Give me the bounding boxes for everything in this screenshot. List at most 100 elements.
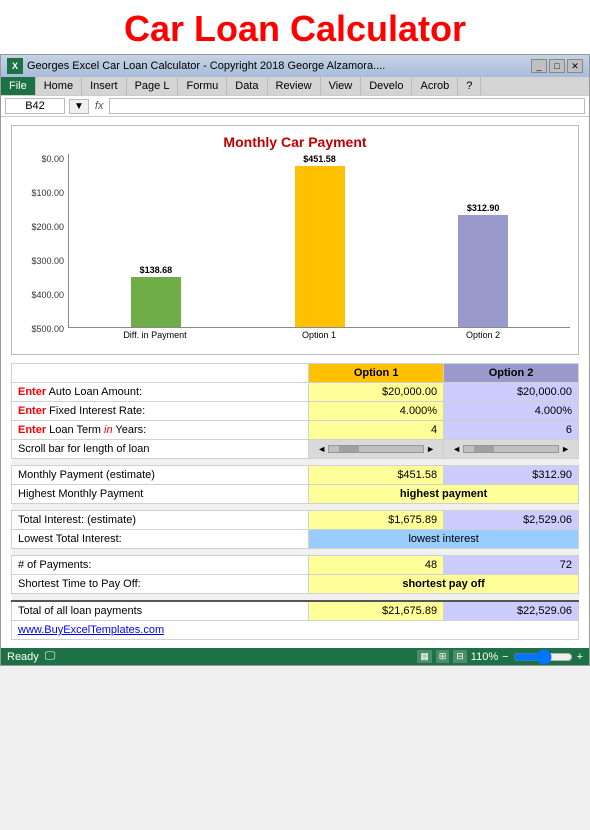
bar-opt2-rect [458, 215, 508, 327]
sb-left-arrow-2[interactable]: ◄ [452, 444, 461, 454]
val-interest-opt1: 4.000% [309, 402, 444, 421]
row-monthly-payment: Monthly Payment (estimate) $451.58 $312.… [12, 466, 579, 485]
excel-title: Georges Excel Car Loan Calculator - Copy… [27, 60, 385, 72]
sb-thumb-1[interactable] [339, 446, 359, 452]
page-layout-button[interactable]: ⊞ [436, 650, 450, 663]
chart-area: Monthly Car Payment $500.00 $400.00 $300… [11, 125, 579, 355]
minimize-button[interactable]: _ [531, 59, 547, 73]
window-controls[interactable]: _ □ ✕ [531, 59, 583, 73]
val-total-loan-opt2: $22,529.06 [444, 601, 579, 621]
data-table: Option 1 Option 2 Enter Auto Loan Amount… [11, 363, 579, 640]
website-link[interactable]: www.BuyExcelTemplates.com [18, 624, 164, 636]
val-monthly-opt1: $451.58 [309, 466, 444, 485]
close-button[interactable]: ✕ [567, 59, 583, 73]
row-loan-amount: Enter Auto Loan Amount: $20,000.00 $20,0… [12, 383, 579, 402]
label-total-loan: Total of all loan payments [12, 601, 309, 621]
chart-x-labels: Diff. in Payment Option 1 Option 2 [68, 328, 570, 340]
header-empty [12, 364, 309, 383]
tab-file[interactable]: File [1, 77, 36, 95]
sb-track-2[interactable] [463, 445, 559, 453]
zoom-level: 110% [471, 651, 498, 663]
y-label-5: $0.00 [20, 154, 64, 164]
row-total-interest: Total Interest: (estimate) $1,675.89 $2,… [12, 511, 579, 530]
sb-thumb-2[interactable] [474, 446, 494, 452]
label-shortest: Shortest Time to Pay Off: [12, 575, 309, 594]
sheet-content: Monthly Car Payment $500.00 $400.00 $300… [1, 117, 589, 648]
val-interest-total-opt2: $2,529.06 [444, 511, 579, 530]
row-num-payments: # of Payments: 48 72 [12, 556, 579, 575]
tab-view[interactable]: View [321, 77, 362, 95]
tab-pagelayout[interactable]: Page L [127, 77, 179, 95]
normal-view-button[interactable]: ▦ [417, 650, 432, 663]
tab-help[interactable]: ? [458, 77, 481, 95]
label-loan-term: Enter Loan Term in Years: [12, 421, 309, 440]
tab-developer[interactable]: Develo [361, 77, 412, 95]
y-label-2: $300.00 [20, 256, 64, 266]
status-right: ▦ ⊞ ⊟ 110% − + [417, 650, 583, 663]
tab-review[interactable]: Review [268, 77, 321, 95]
label-monthly-payment: Monthly Payment (estimate) [12, 466, 309, 485]
tab-formulas[interactable]: Formu [178, 77, 227, 95]
maximize-button[interactable]: □ [549, 59, 565, 73]
val-highest: highest payment [309, 485, 579, 504]
val-lowest-interest: lowest interest [309, 530, 579, 549]
y-label-0: $500.00 [20, 324, 64, 334]
scrollbar-opt1[interactable]: ◄ ► [309, 440, 444, 459]
label-total-interest: Total Interest: (estimate) [12, 511, 309, 530]
excel-window: X Georges Excel Car Loan Calculator - Co… [0, 54, 590, 666]
zoom-slider[interactable] [513, 653, 573, 661]
bar-diff-payment: $138.68 [89, 265, 223, 327]
val-term-opt1: 4 [309, 421, 444, 440]
zoom-in-icon[interactable]: + [577, 651, 583, 663]
val-num-opt2: 72 [444, 556, 579, 575]
cell-reference-input[interactable] [5, 98, 65, 114]
header-opt2: Option 2 [444, 364, 579, 383]
title-bar: X Georges Excel Car Loan Calculator - Co… [1, 55, 589, 77]
x-label-diff: Diff. in Payment [88, 330, 222, 340]
x-label-opt2: Option 2 [416, 330, 550, 340]
val-loan-opt1: $20,000.00 [309, 383, 444, 402]
sb-left-arrow-1[interactable]: ◄ [317, 444, 326, 454]
tab-home[interactable]: Home [36, 77, 82, 95]
x-label-opt1: Option 1 [252, 330, 386, 340]
sb-right-arrow-1[interactable]: ► [426, 444, 435, 454]
label-lowest-interest: Lowest Total Interest: [12, 530, 309, 549]
bar-option1: $451.58 [253, 154, 387, 327]
bar-opt1-value: $451.58 [303, 154, 336, 164]
scrollbar-opt2[interactable]: ◄ ► [444, 440, 579, 459]
row-highest-payment: Highest Monthly Payment highest payment [12, 485, 579, 504]
url-cell[interactable]: www.BuyExcelTemplates.com [12, 621, 579, 640]
bar-diff-value: $138.68 [140, 265, 173, 275]
label-highest: Highest Monthly Payment [12, 485, 309, 504]
chart-plot: $138.68 $451.58 $312.90 [68, 154, 570, 334]
zoom-out-icon[interactable]: − [502, 651, 508, 663]
formula-bar-input[interactable] [109, 98, 585, 114]
row-url: www.BuyExcelTemplates.com [12, 621, 579, 640]
val-total-loan-opt1: $21,675.89 [309, 601, 444, 621]
row-total-loan: Total of all loan payments $21,675.89 $2… [12, 601, 579, 621]
formula-bar: ▼ fx [1, 95, 589, 117]
page-break-button[interactable]: ⊟ [453, 650, 467, 663]
bar-option2: $312.90 [416, 203, 550, 327]
label-scrollbar: Scroll bar for length of loan [12, 440, 309, 459]
row-loan-term: Enter Loan Term in Years: 4 6 [12, 421, 579, 440]
excel-icon: X [7, 58, 23, 74]
y-label-3: $200.00 [20, 222, 64, 232]
tab-insert[interactable]: Insert [82, 77, 127, 95]
sb-right-arrow-2[interactable]: ► [561, 444, 570, 454]
formula-expand-button[interactable]: ▼ [69, 99, 89, 114]
tab-data[interactable]: Data [227, 77, 267, 95]
bar-diff-rect [131, 277, 181, 327]
bar-opt2-value: $312.90 [467, 203, 500, 213]
sb-track-1[interactable] [328, 445, 424, 453]
ribbon-tabs: File Home Insert Page L Formu Data Revie… [1, 77, 589, 95]
y-label-1: $400.00 [20, 290, 64, 300]
val-shortest: shortest pay off [309, 575, 579, 594]
val-interest-opt2: 4.000% [444, 402, 579, 421]
tab-acrobat[interactable]: Acrob [412, 77, 458, 95]
ready-label: Ready [7, 651, 39, 663]
row-shortest-payoff: Shortest Time to Pay Off: shortest pay o… [12, 575, 579, 594]
page-view-icon[interactable]: 🖵 [45, 650, 56, 663]
label-loan-amount: Enter Auto Loan Amount: [12, 383, 309, 402]
status-left: Ready 🖵 [7, 650, 55, 663]
